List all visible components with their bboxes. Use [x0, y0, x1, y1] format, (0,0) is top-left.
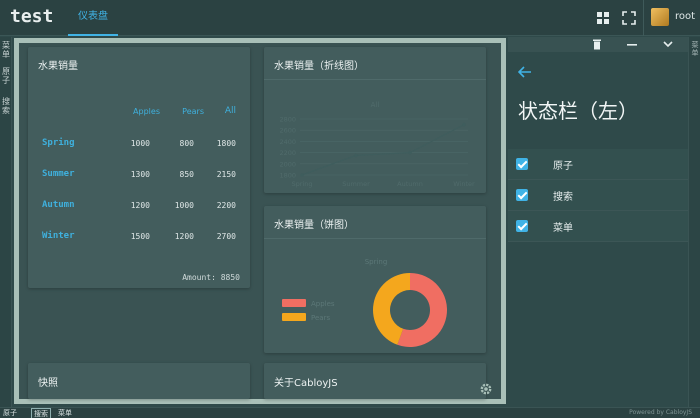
summer-apples: 1300: [130, 170, 150, 179]
pie-card-title: 水果销量（饼图）: [274, 220, 354, 231]
fullscreen-icon[interactable]: [622, 11, 636, 25]
pie-legend-swatch: [282, 299, 306, 307]
checkbox-menu[interactable]: [516, 220, 528, 232]
pie-legend-label: Pears: [311, 314, 330, 322]
winter-pears: 1200: [174, 232, 194, 241]
panel-item-label: 菜单: [553, 223, 573, 234]
row-winter-label: Winter: [42, 231, 75, 241]
row-summer-label: Summer: [42, 169, 75, 179]
app-title: test: [10, 6, 54, 27]
right-sidebar-tab[interactable]: 菜单: [690, 41, 700, 57]
about-card-title: 关于CabloyJS: [274, 378, 338, 389]
sales-card-title: 水果销量: [38, 61, 78, 72]
autumn-all: 2200: [216, 201, 236, 210]
spring-all: 1800: [216, 139, 236, 148]
line-ytick-label: 1800: [279, 172, 296, 180]
pie-card-divider: [264, 238, 486, 239]
pie-chart-card: 水果销量（饼图） Spring Apples Pears: [264, 206, 486, 353]
summer-all: 2150: [216, 170, 236, 179]
row-spring-label: Spring: [42, 138, 75, 148]
checkbox-atom[interactable]: [516, 158, 528, 170]
line-ytick-label: 2200: [279, 149, 296, 157]
sales-amount: Amount: 8850: [182, 273, 240, 282]
about-card: 关于CabloyJS: [264, 363, 486, 399]
status-tab-atom[interactable]: 原子: [3, 408, 17, 418]
line-chart: 2800 2600 2400 2200 2000 1800Spring Summer Autu…: [279, 101, 475, 188]
panel-toolbar: [508, 37, 688, 52]
line-xtick-label: Summer: [342, 180, 370, 188]
panel-item-atom[interactable]: 原子: [508, 149, 688, 180]
autumn-pears: 1000: [174, 201, 194, 210]
row-autumn-label: Autumn: [42, 200, 75, 210]
line-ytick-label: 2800: [279, 116, 296, 124]
pie-legend-label: Apples: [311, 300, 335, 308]
panel-item-label: 原子: [553, 161, 573, 172]
sales-card: 水果销量 Apples Pears All Spring 1000 800 18…: [28, 47, 250, 288]
line-point: [354, 153, 358, 158]
sidebar-tab-atom[interactable]: 原子: [1, 67, 11, 85]
sidebar-tab-menu[interactable]: 菜单: [1, 41, 11, 59]
spring-apples: 1000: [130, 139, 150, 148]
sidebar-tab-search[interactable]: 搜索: [1, 97, 11, 115]
chevron-down-icon[interactable]: [662, 39, 674, 50]
status-bar: 原子 搜索 菜单 Powered by CabloyJS: [0, 407, 700, 418]
winter-all: 2700: [216, 232, 236, 241]
dashboard-icon[interactable]: [596, 11, 610, 25]
line-ytick-label: 2600: [279, 127, 296, 135]
panel-item-list: 原子 搜索 菜单: [508, 149, 688, 242]
line-chart-title: All: [371, 101, 380, 109]
line-card-title: 水果销量（折线图）: [274, 61, 364, 72]
pie-chart: Spring Apples Pears: [282, 258, 448, 347]
line-series-all: [301, 124, 465, 176]
line-card-divider: [264, 79, 486, 80]
left-sidebar: 菜单 原子 搜索: [0, 37, 12, 407]
settings-gear-icon[interactable]: [479, 382, 493, 396]
powered-by: Powered by CabloyJS: [629, 409, 692, 416]
avatar[interactable]: [651, 8, 669, 26]
line-point: [408, 150, 412, 155]
user-name[interactable]: root: [675, 11, 695, 22]
trash-icon[interactable]: [591, 39, 603, 50]
line-point: [300, 173, 304, 177]
line-xtick-label: Spring: [292, 180, 313, 188]
panel-item-menu[interactable]: 菜单: [508, 211, 688, 242]
status-panel: 状态栏（左） 原子 搜索 菜单: [508, 37, 688, 407]
checkbox-search[interactable]: [516, 189, 528, 201]
status-tab-search[interactable]: 搜索: [31, 408, 51, 418]
col-apples: Apples: [133, 107, 160, 116]
tab-dashboard[interactable]: 仪表盘: [68, 0, 118, 36]
line-xtick-label: Winter: [453, 180, 475, 188]
snapshot-card: 快照: [28, 363, 250, 399]
top-bar: test 仪表盘 root: [0, 0, 700, 36]
status-tab-menu[interactable]: 菜单: [58, 408, 72, 418]
line-ytick-label: 2400: [279, 138, 296, 146]
line-chart-card: 水果销量（折线图） 2800 2600 2400 2200 2000 1800 Spring…: [264, 47, 486, 193]
line-point: [462, 122, 466, 127]
panel-item-label: 搜索: [553, 192, 573, 203]
pie-chart-title: Spring: [365, 258, 388, 266]
pie-legend-swatch: [282, 313, 306, 321]
line-xtick-label: Autumn: [397, 180, 423, 188]
panel-heading: 状态栏（左）: [518, 99, 638, 123]
winter-apples: 1500: [130, 232, 150, 241]
dashboard-frame: 水果销量 Apples Pears All Spring 1000 800 18…: [14, 38, 506, 404]
col-all: All: [224, 106, 236, 116]
panel-item-search[interactable]: 搜索: [508, 180, 688, 211]
spring-pears: 800: [179, 139, 194, 148]
minimize-icon[interactable]: [626, 39, 638, 50]
summer-pears: 850: [179, 170, 194, 179]
snapshot-card-title: 快照: [38, 378, 58, 389]
back-arrow-icon[interactable]: [518, 66, 532, 78]
line-ytick-label: 2000: [279, 160, 296, 168]
right-sidebar: 菜单: [688, 37, 700, 407]
autumn-apples: 1200: [130, 201, 150, 210]
topbar-divider: [643, 0, 644, 36]
